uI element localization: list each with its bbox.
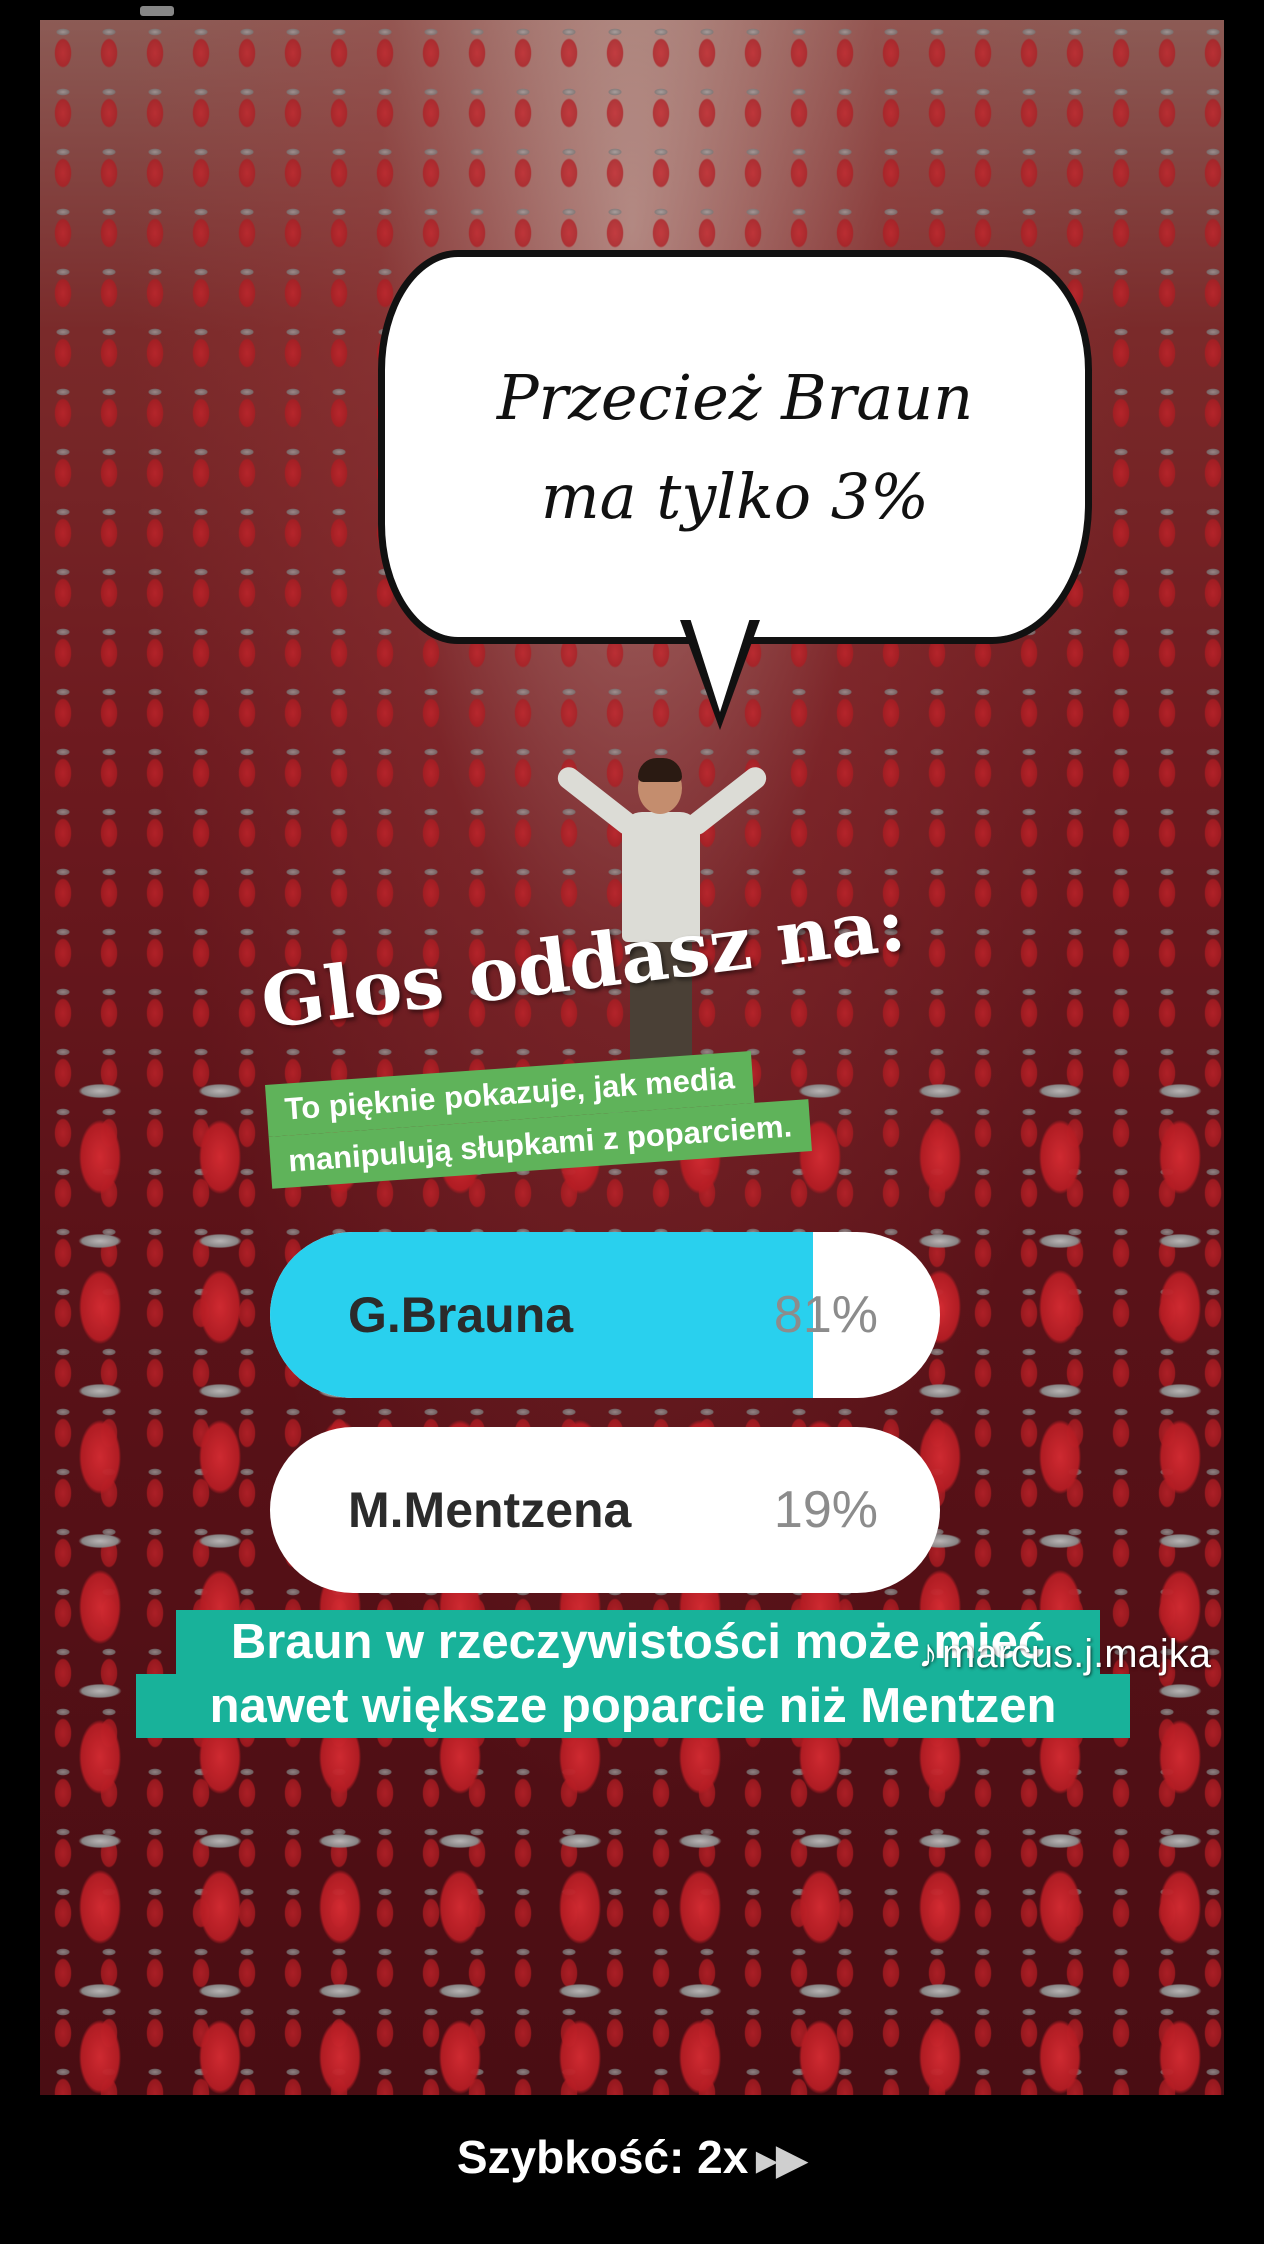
status-indicator	[140, 6, 174, 16]
poll-option-percent: 19%	[773, 1481, 878, 1539]
poll-option-brauna[interactable]: G.Brauna 81%	[270, 1232, 940, 1398]
bubble-text-line-2: ma tylko 3%	[540, 460, 930, 533]
poll-option-mentzena[interactable]: M.Mentzena 19%	[270, 1427, 940, 1593]
speed-label: Szybkość: 2x	[456, 2131, 749, 2183]
bubble-text-line-1: Przecież Braun	[496, 360, 974, 434]
poll-option-name: G.Brauna	[348, 1287, 574, 1343]
speech-bubble-tail-fill	[690, 618, 750, 712]
speech-bubble: Przecież Braun ma tylko 3%	[378, 250, 1092, 644]
teal-caption-line-2: nawet większe poparcie niż Mentzen	[136, 1674, 1130, 1738]
tiktok-note-icon: ♪	[918, 1632, 938, 1676]
playback-speed-indicator[interactable]: Szybkość: 2x ▸▶	[0, 2130, 1264, 2184]
creator-watermark: ♪ marcus.j.majka	[918, 1632, 1211, 1677]
video-frame[interactable]: Przecież Braun ma tylko 3%	[40, 20, 1224, 2095]
creator-handle: marcus.j.majka	[942, 1632, 1211, 1676]
poll-option-percent: 81%	[773, 1286, 878, 1344]
fast-forward-icon: ▸▶	[756, 2138, 808, 2182]
poll-option-name: M.Mentzena	[348, 1482, 632, 1538]
